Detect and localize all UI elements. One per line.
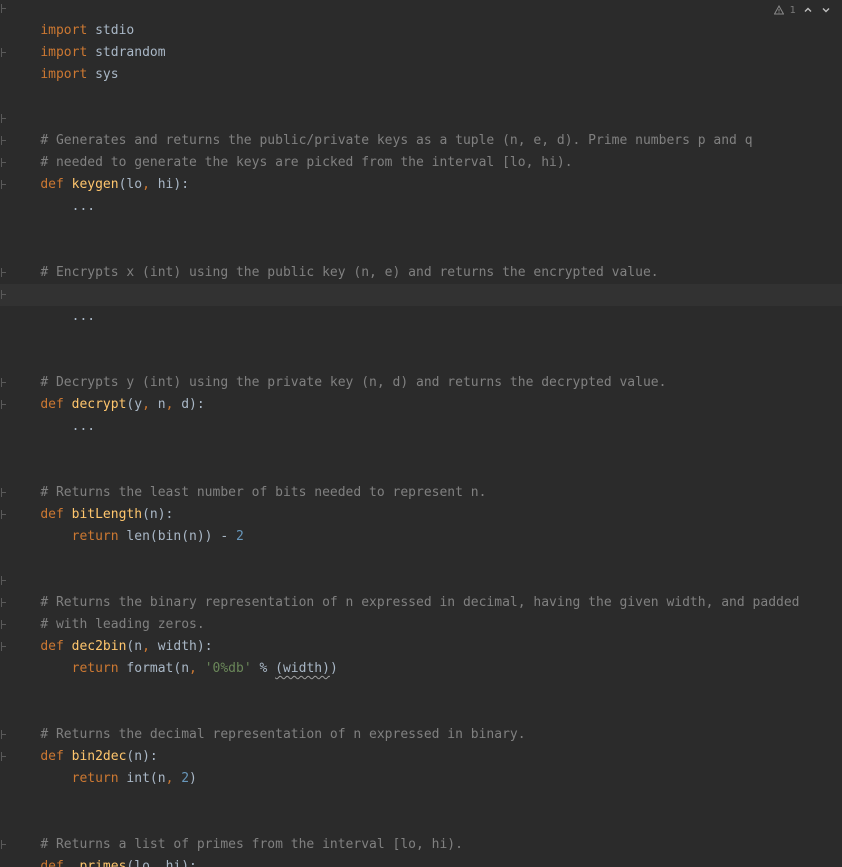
fold-marker-icon[interactable] — [1, 730, 7, 739]
code-line[interactable]: def dec2bin(n, width): — [0, 614, 842, 654]
code-editor[interactable]: 1 import stdio import stdrandom import s… — [0, 0, 842, 867]
fold-marker-icon[interactable] — [1, 114, 7, 123]
code-line[interactable]: def decrypt(y, n, d): — [0, 372, 842, 412]
current-code-line[interactable]: ... — [0, 284, 842, 324]
keyword: def — [40, 859, 64, 867]
code-line[interactable]: return int(n, 2) — [0, 746, 842, 786]
parameter: lo — [134, 859, 150, 867]
warning-squiggle[interactable]: (width) — [275, 661, 330, 676]
expression: int(n — [118, 771, 166, 786]
fold-marker-icon[interactable] — [1, 400, 7, 409]
ellipsis: ... — [40, 199, 96, 214]
parameter: hi — [165, 859, 182, 867]
fold-marker-icon[interactable] — [1, 510, 7, 519]
keyword: return — [71, 529, 119, 544]
operator: % — [251, 661, 276, 676]
code-line[interactable]: import stdrandom — [0, 20, 842, 60]
fold-marker-icon[interactable] — [1, 268, 7, 277]
comma: , — [165, 771, 182, 786]
keyword: return — [71, 771, 119, 786]
code-line[interactable]: ... — [0, 394, 842, 434]
code-line[interactable]: import stdio — [0, 0, 842, 38]
expression: len(bin(n)) - — [118, 529, 236, 544]
fold-marker-icon[interactable] — [1, 642, 7, 651]
comment-line[interactable]: # with leading zeros. — [0, 592, 842, 632]
fold-marker-icon[interactable] — [1, 576, 7, 585]
fold-marker-icon[interactable] — [1, 158, 7, 167]
number-literal: 2 — [236, 529, 244, 544]
keyword: import — [40, 67, 88, 82]
paren: ): — [181, 859, 197, 867]
module-name: sys — [87, 67, 119, 82]
comma: , — [149, 859, 166, 867]
comment-line[interactable]: # Returns a list of primes from the inte… — [0, 812, 842, 852]
fold-marker-icon[interactable] — [1, 752, 7, 761]
code-line[interactable]: def bitLength(n): — [0, 482, 842, 522]
comment-line[interactable]: # needed to generate the keys are picked… — [0, 130, 842, 170]
fold-marker-icon[interactable] — [1, 378, 7, 387]
fold-marker-icon[interactable] — [1, 840, 7, 849]
code-line[interactable]: def encrypt(x, n, e): — [0, 262, 842, 302]
comma: , — [189, 661, 205, 676]
fold-marker-icon[interactable] — [1, 48, 7, 57]
fold-marker-icon[interactable] — [1, 620, 7, 629]
keyword: return — [71, 661, 119, 676]
string-literal: '0%db' — [204, 661, 252, 676]
comment-line[interactable]: # Returns the decimal representation of … — [0, 702, 842, 742]
code-line[interactable]: def _primes(lo, hi): — [0, 834, 842, 867]
fold-marker-icon[interactable] — [1, 290, 7, 299]
code-line[interactable]: def keygen(lo, hi): — [0, 152, 842, 192]
fold-marker-icon[interactable] — [1, 598, 7, 607]
number-literal: 2 — [181, 771, 190, 786]
comment-line[interactable]: # Returns the binary representation of n… — [0, 570, 842, 610]
fold-marker-icon[interactable] — [1, 136, 7, 145]
comment-line[interactable]: # Returns the least number of bits neede… — [0, 460, 842, 500]
code-line[interactable]: return format(n, '0%db' % (width)) — [0, 636, 842, 676]
fold-marker-icon[interactable] — [1, 488, 7, 497]
fold-marker-icon[interactable] — [1, 180, 7, 189]
code-line[interactable]: def bin2dec(n): — [0, 724, 842, 764]
code-line[interactable]: ... — [0, 174, 842, 214]
function-name: _primes — [71, 859, 127, 867]
comment-line[interactable]: # Encrypts x (int) using the public key … — [0, 240, 842, 280]
paren: ) — [189, 771, 197, 786]
expression: format(n — [118, 661, 190, 676]
comment-line[interactable]: # Generates and returns the public/priva… — [0, 108, 842, 148]
ellipsis: ... — [40, 419, 96, 434]
code-line[interactable]: import sys — [0, 42, 842, 82]
fold-marker-icon[interactable] — [1, 4, 7, 13]
code-line[interactable]: return len(bin(n)) - 2 — [0, 504, 842, 544]
ellipsis: ... — [40, 309, 96, 324]
comment-line[interactable]: # Decrypts y (int) using the private key… — [0, 350, 842, 390]
paren: ) — [329, 661, 338, 676]
